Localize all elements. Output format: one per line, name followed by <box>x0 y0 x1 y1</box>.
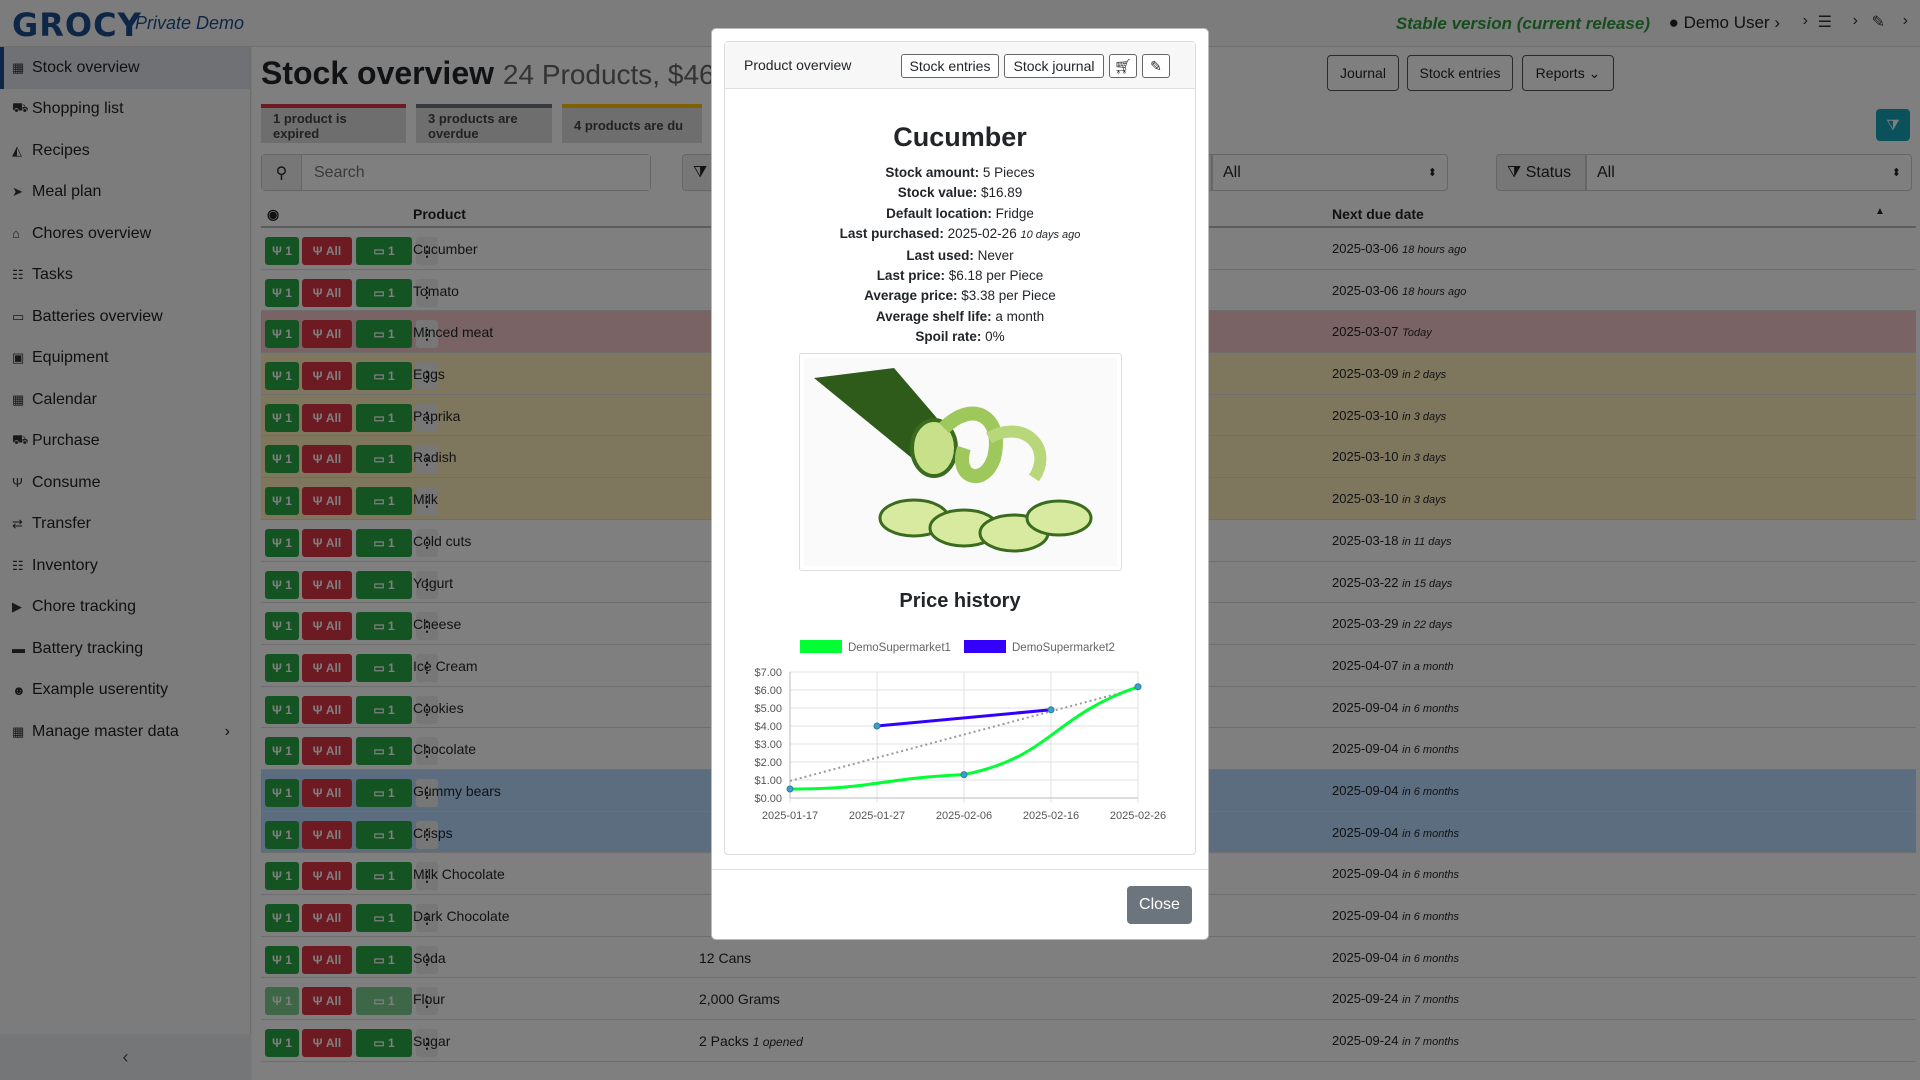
data-point <box>786 785 794 793</box>
info-label: Stock amount: <box>885 165 980 180</box>
info-value: a month <box>995 308 1045 324</box>
y-tick-label: $3.00 <box>754 739 782 751</box>
info-value: $6.18 per Piece <box>948 268 1044 284</box>
info-label: Stock value: <box>897 185 978 201</box>
info-line: Average shelf life: a month <box>725 307 1195 327</box>
x-tick-label: 2025-02-06 <box>936 810 992 822</box>
y-tick-label: $5.00 <box>754 703 782 715</box>
cart-button[interactable]: 🛒︎ <box>1109 54 1137 78</box>
y-tick-label: $6.00 <box>754 685 782 697</box>
cart-icon: 🛒︎ <box>1114 57 1132 74</box>
info-label: Last purchased: <box>839 226 944 242</box>
y-tick-label: $2.00 <box>754 757 782 769</box>
x-tick-label: 2025-02-16 <box>1023 810 1079 822</box>
info-label: Average shelf life: <box>875 308 992 324</box>
y-tick-label: $0.00 <box>754 793 782 805</box>
data-point <box>960 771 968 779</box>
stock-entries-link[interactable]: Stock entries <box>901 54 999 78</box>
card-title: Product overview <box>744 57 852 73</box>
x-tick-label: 2025-01-27 <box>849 810 905 822</box>
info-line: Last used: Never <box>725 246 1195 266</box>
price-history-title: Price history <box>899 590 1021 612</box>
y-tick-label: $7.00 <box>754 667 782 679</box>
card-header: Product overview Stock entries Stock jou… <box>725 42 1195 89</box>
info-line: Average price: $3.38 per Piece <box>725 286 1195 306</box>
edit-button[interactable]: ✎ <box>1142 54 1170 78</box>
stock-journal-link[interactable]: Stock journal <box>1004 54 1104 78</box>
edit-icon: ✎ <box>1150 57 1162 74</box>
info-label: Last used: <box>906 247 974 263</box>
info-value: 2025-02-26 <box>947 226 1017 242</box>
close-button[interactable]: Close <box>1127 886 1192 924</box>
info-value: $16.89 <box>981 185 1023 201</box>
info-line: Default location: Fridge <box>725 204 1195 224</box>
info-value: $3.38 per Piece <box>961 288 1056 304</box>
info-line: Last price: $6.18 per Piece <box>725 266 1195 286</box>
y-tick-label: $1.00 <box>754 775 782 787</box>
data-point <box>1134 683 1142 691</box>
price-history-chart: DemoSupermarket1 DemoSupermarket2 $0.00 $1.… <box>754 640 1166 822</box>
info-label: Default location: <box>886 205 992 221</box>
legend-swatch <box>964 640 1006 653</box>
info-label: Spoil rate: <box>915 329 982 345</box>
x-tick-label: 2025-02-26 <box>1110 810 1166 822</box>
info-value: Never <box>977 247 1014 263</box>
x-tick-label: 2025-01-17 <box>762 810 818 822</box>
info-line: Spoil rate: 0% <box>725 327 1195 347</box>
legend-label: DemoSupermarket1 <box>848 642 951 654</box>
y-tick-label: $4.00 <box>754 721 782 733</box>
info-value: 0% <box>985 329 1005 345</box>
info-line: Last purchased: 2025-02-26 10 days ago <box>725 224 1195 245</box>
legend-label: DemoSupermarket2 <box>1012 642 1115 654</box>
product-info: Stock amount: 5 Pieces Stock value: $16.8… <box>725 163 1195 348</box>
data-point <box>1047 706 1055 714</box>
info-label: Last price: <box>876 268 945 284</box>
info-value: Fridge <box>995 205 1034 221</box>
info-line: Stock value: $16.89 <box>725 183 1195 203</box>
cucumber-image <box>804 358 1117 566</box>
product-name: Cucumber <box>893 122 1027 152</box>
info-value: 5 Pieces <box>982 165 1035 180</box>
info-line: Stock amount: 5 Pieces <box>725 163 1195 183</box>
product-image <box>799 353 1122 571</box>
info-note: 10 days ago <box>1020 229 1081 242</box>
info-label: Average price: <box>864 288 958 304</box>
data-point <box>873 722 881 730</box>
product-card: Product overview Stock entries Stock jou… <box>724 41 1196 855</box>
modal-footer: Close <box>712 869 1208 941</box>
legend-swatch <box>800 640 842 653</box>
product-overview-modal: Product overview Stock entries Stock jou… <box>711 28 1209 940</box>
